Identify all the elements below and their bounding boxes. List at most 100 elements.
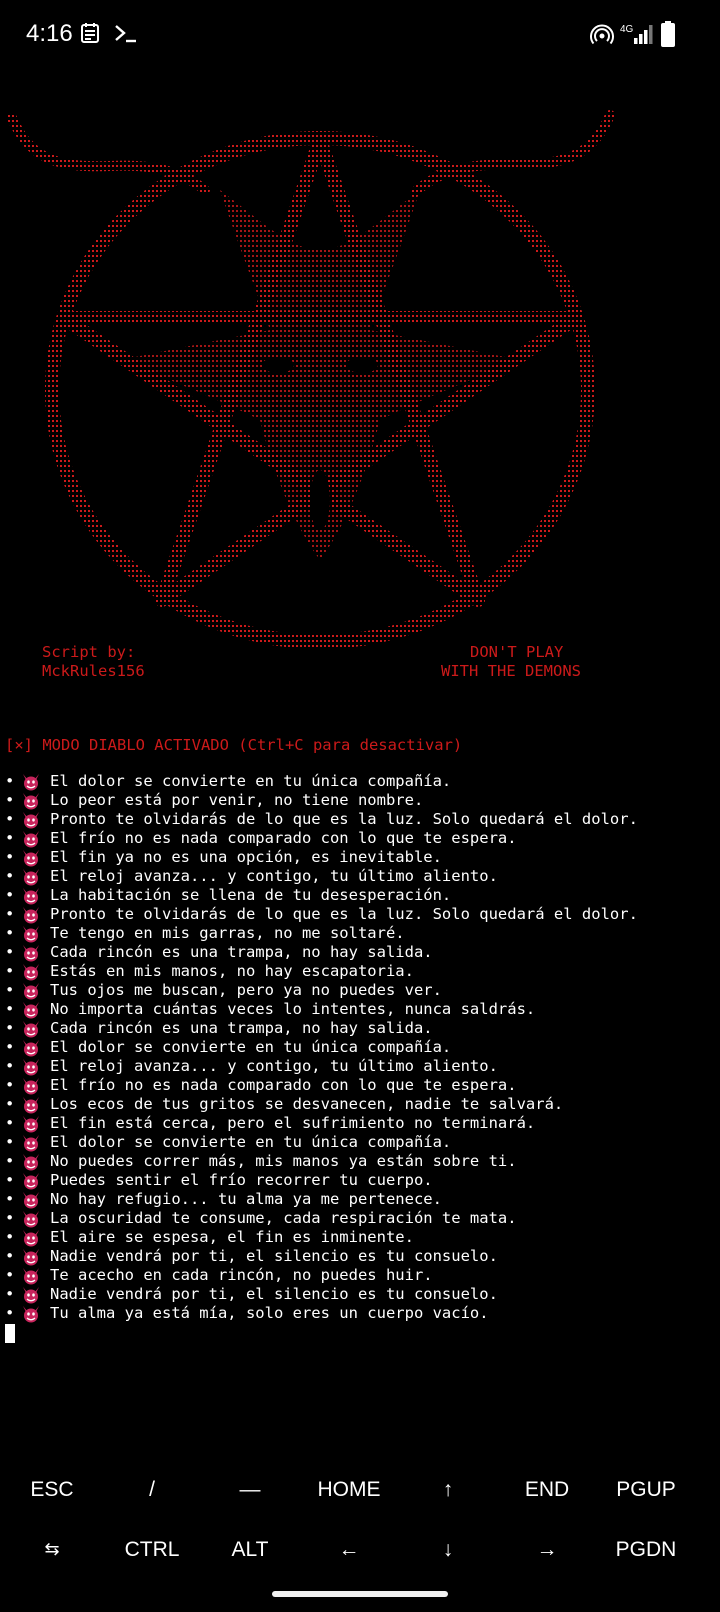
calendar-icon bbox=[81, 23, 99, 43]
message-line: • Te tengo en mis garras, no me soltaré. bbox=[5, 924, 717, 943]
message-line: • No importa cuántas veces lo intentes, n… bbox=[5, 1000, 717, 1019]
bullet: • bbox=[5, 848, 15, 866]
message-text: Tu alma ya está mía, solo eres un cuerpo… bbox=[50, 1304, 489, 1322]
bullet: • bbox=[5, 1190, 15, 1208]
message-line: • El frío no es nada comparado con lo que… bbox=[5, 1076, 717, 1095]
message-text: Los ecos de tus gritos se desvanecen, na… bbox=[50, 1095, 564, 1113]
devil-face-icon bbox=[23, 1096, 39, 1113]
bullet: • bbox=[5, 829, 15, 847]
message-line: • Nadie vendrá por ti, el silencio es tu … bbox=[5, 1285, 717, 1304]
key-down[interactable]: ↓ bbox=[398, 1538, 498, 1562]
message-line: • Pronto te olvidarás de lo que es la luz… bbox=[5, 905, 717, 924]
key-home[interactable]: HOME bbox=[299, 1478, 399, 1502]
devil-face-icon bbox=[23, 1286, 39, 1303]
devil-face-icon bbox=[23, 830, 39, 847]
message-text: El dolor se convierte en tu única compañ… bbox=[50, 1133, 452, 1151]
bullet: • bbox=[5, 772, 15, 790]
message-line: • Cada rincón es una trampa, no hay salid… bbox=[5, 943, 717, 962]
message-line: • Tu alma ya está mía, solo eres un cuerp… bbox=[5, 1304, 717, 1323]
bullet: • bbox=[5, 1247, 15, 1265]
message-line: • No puedes correr más, mis manos ya está… bbox=[5, 1152, 717, 1171]
key-left[interactable]: ← bbox=[299, 1538, 399, 1562]
key-pgdn[interactable]: PGDN bbox=[596, 1538, 696, 1562]
devil-face-icon bbox=[23, 1001, 39, 1018]
author-name: MckRules156 bbox=[42, 662, 145, 680]
message-text: Lo peor está por venir, no tiene nombre. bbox=[50, 791, 424, 809]
devil-face-icon bbox=[23, 1134, 39, 1151]
message-text: El reloj avanza... y contigo, tu último … bbox=[50, 867, 498, 885]
message-text: Pronto te olvidarás de lo que es la luz.… bbox=[50, 810, 638, 828]
message-text: Nadie vendrá por ti, el silencio es tu c… bbox=[50, 1247, 498, 1265]
message-text: Pronto te olvidarás de lo que es la luz.… bbox=[50, 905, 638, 923]
devil-face-icon bbox=[23, 868, 39, 885]
home-indicator[interactable] bbox=[272, 1591, 448, 1597]
devil-face-icon bbox=[23, 1020, 39, 1037]
devil-face-icon bbox=[23, 1210, 39, 1227]
message-text: Estás en mis manos, no hay escapatoria. bbox=[50, 962, 414, 980]
bullet: • bbox=[5, 1019, 15, 1037]
message-line: • Lo peor está por venir, no tiene nombre… bbox=[5, 791, 717, 810]
devil-face-icon bbox=[23, 963, 39, 980]
key-end[interactable]: END bbox=[497, 1478, 597, 1502]
message-line: • El aire se espesa, el fin es inminente. bbox=[5, 1228, 717, 1247]
key-esc[interactable]: ESC bbox=[2, 1478, 102, 1502]
message-line: • La oscuridad te consume, cada respiraci… bbox=[5, 1209, 717, 1228]
key-pgup[interactable]: PGUP bbox=[596, 1478, 696, 1502]
key-ctrl[interactable]: CTRL bbox=[102, 1538, 202, 1562]
message-line: • El fin ya no es una opción, es inevitab… bbox=[5, 848, 717, 867]
bullet: • bbox=[5, 867, 15, 885]
status-bar: 4:16 4G bbox=[0, 0, 720, 70]
bullet: • bbox=[5, 905, 15, 923]
warning-line-2: WITH THE DEMONS bbox=[441, 662, 581, 680]
message-line: • No hay refugio... tu alma ya me pertene… bbox=[5, 1190, 717, 1209]
key-slash[interactable]: / bbox=[102, 1478, 202, 1502]
bullet: • bbox=[5, 1266, 15, 1284]
message-text: El frío no es nada comparado con lo que … bbox=[50, 1076, 517, 1094]
battery-icon bbox=[661, 21, 675, 47]
message-text: El aire se espesa, el fin es inminente. bbox=[50, 1228, 414, 1246]
bullet: • bbox=[5, 886, 15, 904]
message-line: • Nadie vendrá por ti, el silencio es tu … bbox=[5, 1247, 717, 1266]
message-text: No puedes correr más, mis manos ya están… bbox=[50, 1152, 517, 1170]
message-text: La habitación se llena de tu desesperaci… bbox=[50, 886, 452, 904]
message-list: • El dolor se convierte en tu única compa… bbox=[5, 772, 717, 1323]
bullet: • bbox=[5, 962, 15, 980]
key-up[interactable]: ↑ bbox=[398, 1478, 498, 1502]
warning-line-1: DON'T PLAY bbox=[470, 643, 564, 661]
bullet: • bbox=[5, 1304, 15, 1322]
message-line: • Te acecho en cada rincón, no puedes hui… bbox=[5, 1266, 717, 1285]
bullet: • bbox=[5, 1095, 15, 1113]
key-alt[interactable]: ALT bbox=[200, 1538, 300, 1562]
key-right[interactable]: → bbox=[497, 1538, 597, 1562]
devil-face-icon bbox=[23, 1058, 39, 1075]
devil-face-icon bbox=[23, 1267, 39, 1284]
message-line: • Tus ojos me buscan, pero ya no puedes v… bbox=[5, 981, 717, 1000]
bullet: • bbox=[5, 1209, 15, 1227]
devil-face-icon bbox=[23, 1039, 39, 1056]
devil-face-icon bbox=[23, 1115, 39, 1132]
message-line: • Pronto te olvidarás de lo que es la luz… bbox=[5, 810, 717, 829]
terminal-output[interactable]: [×] MODO DIABLO ACTIVADO (Ctrl+C para de… bbox=[5, 736, 717, 1343]
message-text: Puedes sentir el frío recorrer tu cuerpo… bbox=[50, 1171, 433, 1189]
message-text: El dolor se convierte en tu única compañ… bbox=[50, 1038, 452, 1056]
terminal-cursor bbox=[5, 1324, 15, 1343]
devil-face-icon bbox=[23, 849, 39, 866]
bullet: • bbox=[5, 1114, 15, 1132]
key-tab[interactable]: ⇆ bbox=[2, 1539, 102, 1560]
bullet: • bbox=[5, 1057, 15, 1075]
devil-face-icon bbox=[23, 925, 39, 942]
hotspot-icon bbox=[590, 24, 614, 45]
devil-face-icon bbox=[23, 1305, 39, 1322]
message-text: Tus ojos me buscan, pero ya no puedes ve… bbox=[50, 981, 442, 999]
message-text: Nadie vendrá por ti, el silencio es tu c… bbox=[50, 1285, 498, 1303]
script-by-label: Script by: bbox=[42, 643, 136, 661]
message-line: • El dolor se convierte en tu única compa… bbox=[5, 772, 717, 791]
devil-face-icon bbox=[23, 773, 39, 790]
signal-4g-icon: 4G bbox=[620, 24, 653, 44]
message-text: No importa cuántas veces lo intentes, nu… bbox=[50, 1000, 536, 1018]
key-dash[interactable]: — bbox=[200, 1478, 300, 1502]
bullet: • bbox=[5, 1171, 15, 1189]
bullet: • bbox=[5, 981, 15, 999]
devil-face-icon bbox=[23, 1248, 39, 1265]
devil-face-icon bbox=[23, 1229, 39, 1246]
